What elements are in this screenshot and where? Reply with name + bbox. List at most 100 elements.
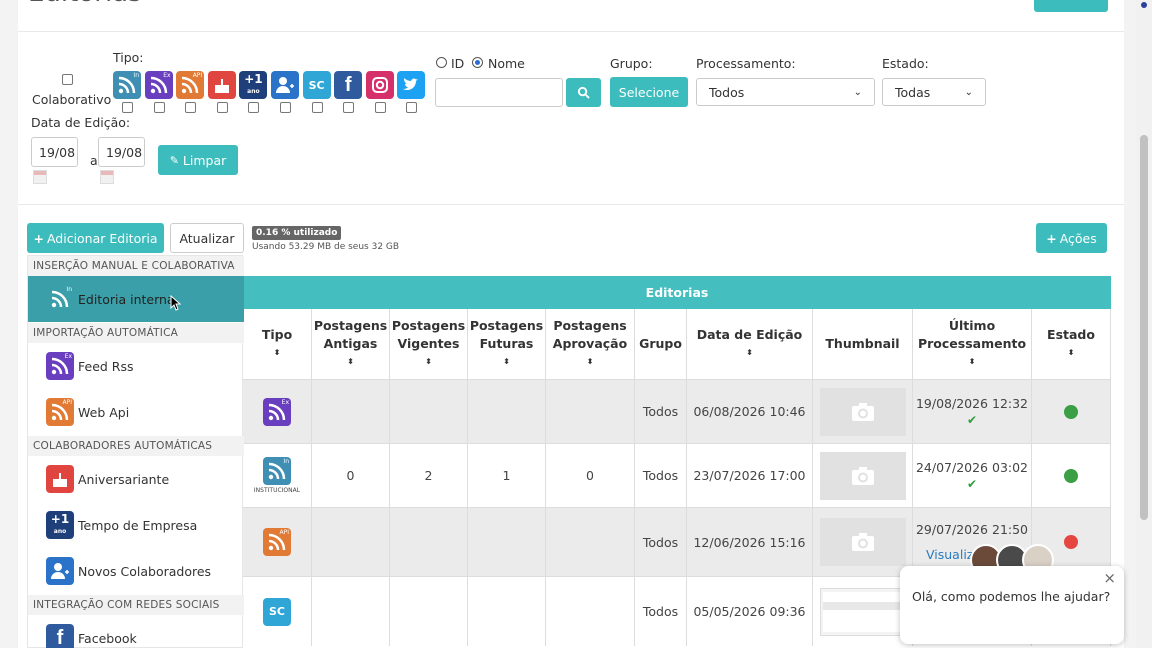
menu-item-aniversariante[interactable]: Aniversariante — [28, 456, 244, 502]
sc-icon[interactable]: SC — [302, 71, 331, 99]
column-header-label: Estado — [1047, 327, 1095, 342]
twitter-icon[interactable] — [397, 71, 426, 99]
table-cell — [312, 380, 390, 443]
sort-icon[interactable]: ⬍ — [503, 353, 510, 371]
table-cell: In INSTITUCIONAL — [243, 444, 312, 507]
usage-text: Usando 53.29 MB de seus 32 GB — [252, 242, 400, 252]
type-filter-checkbox[interactable] — [406, 102, 418, 113]
rss-icon[interactable]: Ex — [144, 71, 173, 99]
thumbnail[interactable] — [819, 518, 906, 566]
actions-button[interactable]: + Ações — [1036, 223, 1107, 253]
column-header[interactable]: Último Processamento ⬍ — [913, 309, 1032, 379]
table-cell: 0 — [312, 444, 390, 507]
estado-select[interactable]: Todas ⌄ — [882, 78, 986, 106]
table-cell: Todos — [635, 444, 687, 507]
table-cell — [468, 577, 546, 646]
interna-icon[interactable]: In — [113, 71, 141, 99]
column-header[interactable]: Postagens Vigentes ⬍ — [390, 309, 468, 379]
grupo-select-button[interactable]: Selecione — [610, 77, 688, 107]
thumbnail[interactable] — [819, 451, 906, 500]
menu-section-header: INSERÇÃO MANUAL E COLABORATIVA — [28, 256, 244, 276]
type-filter-checkbox[interactable] — [343, 102, 355, 113]
table-cell: 1 — [468, 444, 546, 507]
api-icon[interactable]: API — [176, 71, 205, 99]
cell-value: Todos — [642, 604, 679, 619]
cell-value: 1 — [502, 468, 511, 483]
thumbnail[interactable] — [819, 587, 906, 636]
add-editoria-button[interactable]: + Adicionar Editoria — [27, 223, 164, 253]
novos-icon[interactable] — [271, 71, 299, 99]
scrollbar-thumb[interactable] — [1140, 135, 1148, 520]
table-cell: API — [243, 508, 312, 576]
view-link[interactable]: Visualiz — [926, 547, 973, 562]
date-from-input[interactable]: 19/08 — [31, 137, 78, 167]
colaborativo-label: Colaborativo — [32, 92, 112, 107]
actions-label: Ações — [1059, 230, 1097, 246]
type-filter-checkbox[interactable] — [153, 102, 165, 113]
menu-item-novos-colaboradores[interactable]: Novos Colaboradores — [28, 548, 244, 594]
type-icon: API — [263, 528, 291, 556]
instagram-icon[interactable] — [365, 71, 394, 99]
close-icon[interactable]: × — [1103, 568, 1116, 589]
sort-icon[interactable]: ⬍ — [1068, 344, 1075, 362]
sort-icon[interactable]: ⬍ — [347, 353, 354, 371]
column-header[interactable]: Estado ⬍ — [1032, 309, 1111, 379]
thumbnail[interactable] — [819, 387, 906, 436]
facebook-icon[interactable]: f — [334, 71, 363, 99]
menu-section-header: COLABORADORES AUTOMÁTICAS — [28, 436, 244, 456]
sort-icon[interactable]: ⬍ — [587, 353, 594, 371]
search-button[interactable] — [566, 78, 601, 107]
cell-value: Todos — [642, 534, 679, 550]
table-cell — [390, 577, 468, 646]
menu-item-tempo-de-empresa[interactable]: +1 ano Tempo de Empresa — [28, 502, 244, 548]
menu-item-feed-rss[interactable]: Ex Feed Rss — [28, 343, 244, 389]
clear-button[interactable]: ✎ Limpar — [158, 145, 238, 175]
menu-item-web-api[interactable]: API Web Api — [28, 389, 244, 435]
column-header[interactable]: Tipo ⬍ — [243, 309, 312, 379]
table-cell — [390, 508, 468, 576]
last-processed: 29/07/2026 21:50 — [915, 522, 1029, 537]
colaborativo-checkbox[interactable] — [62, 74, 73, 85]
sort-icon[interactable]: ⬍ — [274, 344, 281, 362]
calendar-icon[interactable] — [33, 170, 47, 184]
table-row[interactable]: Ex Todos 06/08/2026 10:46 19/08/2026 12:32 ✔ — [243, 379, 1111, 443]
id-radio[interactable] — [436, 57, 447, 68]
top-actions-button[interactable] — [1034, 0, 1108, 12]
column-header[interactable]: Data de Edição ⬍ — [687, 309, 813, 379]
table-cell — [468, 508, 546, 576]
column-header-label: Tipo — [261, 327, 293, 342]
processamento-value: Todos — [709, 84, 745, 100]
sort-icon[interactable]: ⬍ — [425, 353, 432, 371]
camera-icon — [851, 402, 874, 421]
table-row[interactable]: In INSTITUCIONAL 0 2 1 0 Todos 23/07/2026 17:00… — [243, 443, 1111, 507]
type-filter-checkbox[interactable] — [280, 102, 291, 113]
table-cell — [546, 577, 635, 646]
search-input[interactable] — [435, 78, 563, 107]
aniversariante-icon — [46, 465, 74, 493]
calendar-icon[interactable] — [100, 170, 114, 184]
nome-radio[interactable] — [472, 57, 483, 68]
aniversariante-icon[interactable] — [207, 71, 236, 99]
scrollbar[interactable] — [1136, 0, 1152, 648]
column-header[interactable]: Postagens Futuras ⬍ — [468, 309, 546, 379]
type-filter-checkbox[interactable] — [248, 102, 260, 113]
main-panel: Editorias Colaborativo Tipo: InExAPI+1an… — [18, 0, 1124, 648]
menu-item-facebook[interactable]: f Facebook — [28, 615, 244, 648]
cell-value: 05/05/2026 09:36 — [693, 604, 806, 619]
menu-item-editoria-interna[interactable]: In Editoria interna — [28, 276, 244, 322]
tempo-icon[interactable]: +1 ano — [239, 71, 268, 99]
type-filter-checkbox[interactable] — [374, 102, 386, 113]
processamento-select[interactable]: Todos ⌄ — [696, 78, 875, 106]
type-filter-checkbox[interactable] — [122, 102, 133, 113]
type-filter-checkbox[interactable] — [185, 102, 197, 113]
date-to-input[interactable]: 19/08 — [98, 137, 145, 167]
estado-label: Estado: — [882, 56, 929, 71]
column-header[interactable]: Postagens Antigas ⬍ — [312, 309, 390, 379]
column-header[interactable]: Postagens Aprovação ⬍ — [546, 309, 635, 379]
chat-popup[interactable]: × Olá, como podemos lhe ajudar? — [900, 566, 1124, 644]
sort-icon[interactable]: ⬍ — [746, 344, 753, 362]
refresh-button[interactable]: Atualizar — [170, 223, 244, 253]
type-filter-checkbox[interactable] — [216, 102, 228, 113]
type-filter-checkbox[interactable] — [311, 102, 323, 113]
sort-icon[interactable]: ⬍ — [969, 353, 976, 371]
